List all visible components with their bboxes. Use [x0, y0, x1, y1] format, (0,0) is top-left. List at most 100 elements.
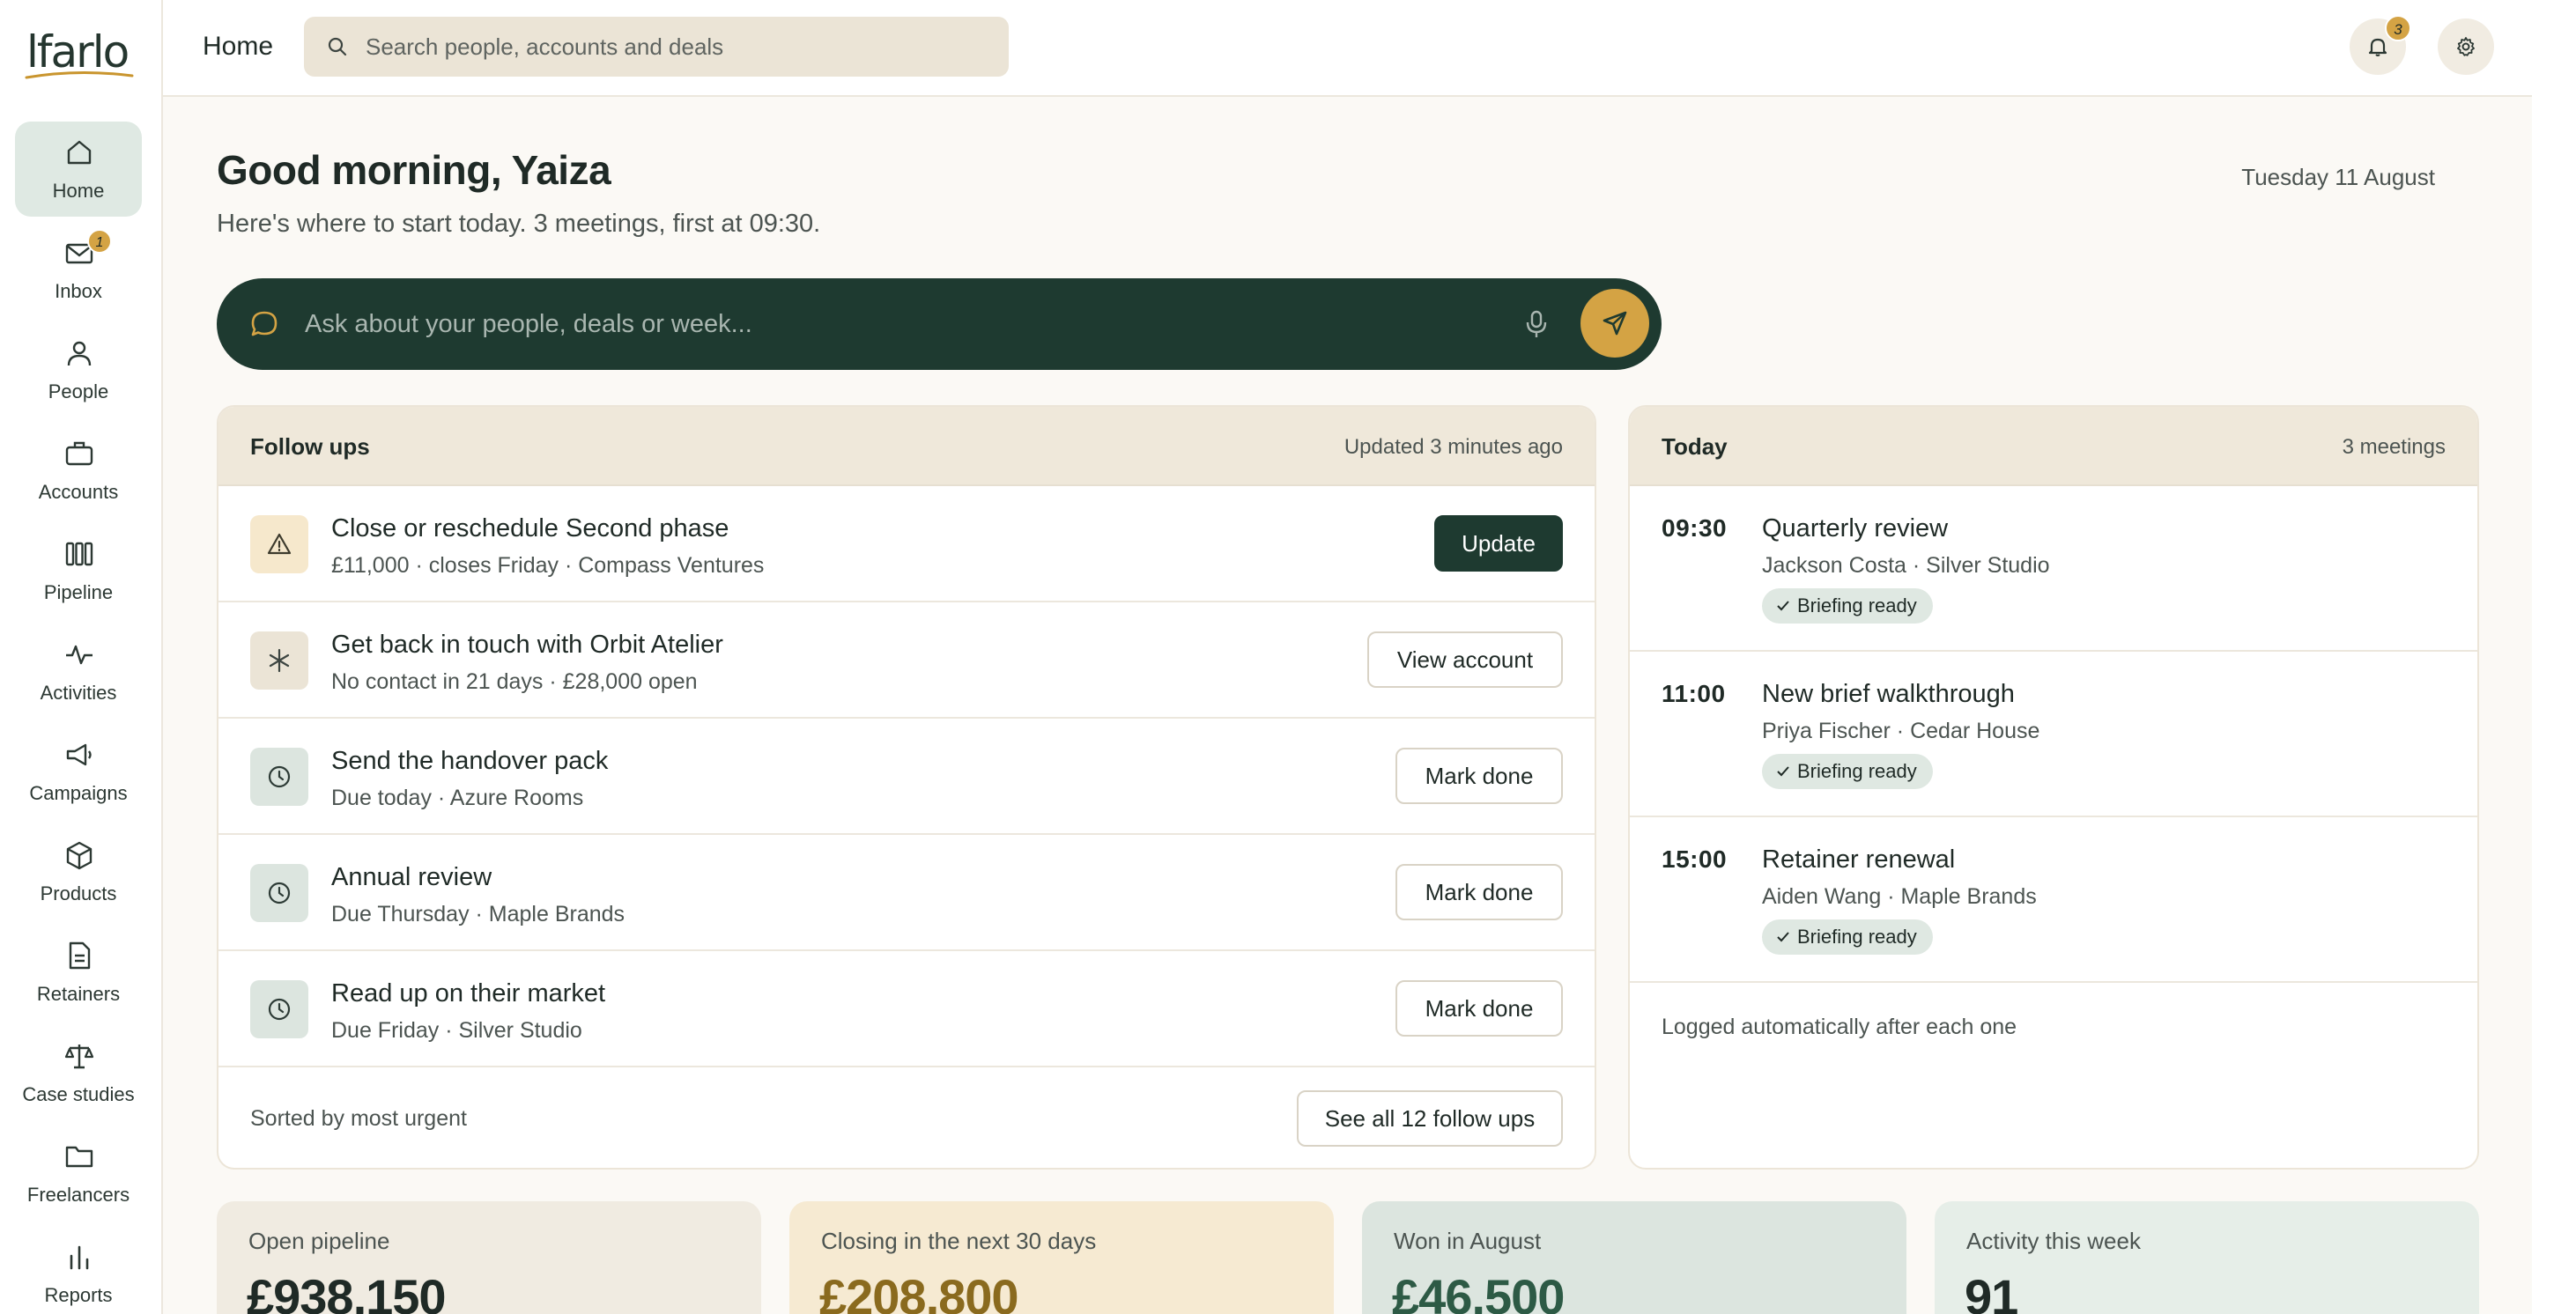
brand-logo[interactable]: lfarlo: [25, 26, 136, 88]
stat-value: £208,800: [819, 1269, 1019, 1314]
meeting-attendees: Aiden Wang · Maple Brands: [1762, 884, 2037, 909]
person-icon: [67, 341, 92, 366]
sidebar-item-freelancers[interactable]: Freelancers: [15, 1126, 142, 1221]
sidebar-item-label: Freelancers: [26, 1184, 130, 1206]
meeting-title: Quarterly review: [1762, 514, 1949, 543]
stat-value: £938,150: [247, 1269, 447, 1314]
meeting-row[interactable]: 11:00 New brief walkthrough Priya Fische…: [1630, 652, 2477, 817]
briefing-status-badge: Briefing ready: [1762, 754, 1933, 789]
stat-label: Closing in the next 30 days: [821, 1228, 1097, 1254]
list-item: Read up on their market Due Friday · Sil…: [218, 951, 1595, 1067]
document-icon: [69, 941, 91, 970]
sidebar-item-label: Case studies: [22, 1083, 135, 1105]
stat-card-activity-week[interactable]: Activity this week 91: [1935, 1201, 2479, 1314]
list-item: Annual review Due Thursday · Maple Brand…: [218, 835, 1595, 951]
clock-icon: [268, 998, 291, 1021]
sidebar-item-label: Accounts: [38, 481, 119, 503]
microphone-icon[interactable]: [1524, 308, 1549, 340]
follow-ups-header: Follow ups Updated 3 minutes ago: [218, 407, 1595, 486]
meeting-time: 11:00: [1662, 680, 1726, 707]
ask-assistant-bar[interactable]: [217, 278, 1662, 370]
sidebar-item-reports[interactable]: Reports: [15, 1226, 142, 1314]
sidebar-item-products[interactable]: Products: [15, 824, 142, 919]
stat-card-open-pipeline[interactable]: Open pipeline £938,150: [217, 1201, 761, 1314]
gear-icon: [2457, 37, 2475, 56]
stat-label: Activity this week: [1966, 1228, 2141, 1254]
follow-up-subtitle: Due Thursday · Maple Brands: [331, 902, 625, 926]
check-icon: [1777, 601, 1789, 611]
stat-card-won-august[interactable]: Won in August £46,500: [1362, 1201, 1906, 1314]
logo-swoosh-icon: [25, 70, 134, 79]
columns-icon: [65, 542, 93, 566]
page-title: Home: [203, 32, 274, 61]
greeting-subtitle: Here's where to start today. 3 meetings,…: [217, 210, 821, 238]
meeting-row[interactable]: 15:00 Retainer renewal Aiden Wang · Mapl…: [1630, 817, 2477, 983]
sidebar-item-label: Products: [40, 882, 117, 904]
window-edge: [2532, 0, 2576, 1314]
box-icon: [66, 841, 93, 870]
today-title: Today: [1662, 433, 1728, 460]
send-icon: [1603, 311, 1627, 336]
briefing-status-badge: Briefing ready: [1762, 919, 1933, 955]
today-meeting-count: 3 meetings: [2342, 435, 2446, 459]
chat-bubble-icon: [251, 311, 278, 336]
briefcase-icon: [65, 441, 93, 466]
list-item: Get back in touch with Orbit Atelier No …: [218, 602, 1595, 719]
sidebar-item-home[interactable]: Home: [15, 122, 142, 217]
follow-up-subtitle: £11,000 · closes Friday · Compass Ventur…: [331, 553, 765, 578]
bell-icon: [2368, 38, 2387, 56]
briefing-status-label: Briefing ready: [1797, 594, 1917, 616]
meeting-title: Retainer renewal: [1762, 845, 1956, 874]
sidebar-item-people[interactable]: People: [15, 322, 142, 417]
follow-up-title: Read up on their market: [331, 979, 606, 1008]
today-card: Today 3 meetings 09:30 Quarterly review …: [1628, 405, 2479, 1170]
asterisk-icon: [269, 648, 290, 673]
greeting-title: Good morning, Yaiza: [217, 147, 611, 193]
megaphone-icon: [66, 743, 92, 766]
meeting-time: 09:30: [1662, 514, 1728, 542]
follow-up-icon-box: [250, 980, 308, 1038]
mark-done-button[interactable]: Mark done: [1395, 864, 1563, 920]
today-footer-note: Logged automatically after each one: [1662, 1015, 2017, 1039]
stat-label: Open pipeline: [248, 1228, 390, 1254]
sidebar-item-inbox[interactable]: 1 Inbox: [15, 222, 142, 317]
sidebar-item-label: Inbox: [55, 280, 102, 302]
follow-up-title: Close or reschedule Second phase: [331, 514, 729, 543]
sidebar-item-label: Home: [52, 180, 105, 202]
bar-chart-icon: [70, 1245, 89, 1270]
briefing-status-badge: Briefing ready: [1762, 588, 1933, 624]
update-button[interactable]: Update: [1434, 515, 1563, 572]
meeting-attendees: Jackson Costa · Silver Studio: [1762, 553, 2050, 578]
follow-up-icon-box: [250, 515, 308, 573]
meeting-row[interactable]: 09:30 Quarterly review Jackson Costa · S…: [1630, 486, 2477, 652]
sidebar-item-pipeline[interactable]: Pipeline: [15, 523, 142, 618]
follow-ups-updated: Updated 3 minutes ago: [1344, 435, 1563, 459]
send-button[interactable]: [1580, 289, 1649, 358]
search-box[interactable]: [304, 17, 1009, 77]
meeting-attendees: Priya Fischer · Cedar House: [1762, 719, 2040, 743]
sidebar-item-case-studies[interactable]: Case studies: [15, 1025, 142, 1120]
sidebar-item-retainers[interactable]: Retainers: [15, 925, 142, 1020]
sidebar-item-label: Campaigns: [29, 782, 128, 804]
topbar: Home 3: [163, 0, 2532, 97]
follow-ups-card: Follow ups Updated 3 minutes ago Close o…: [217, 405, 1596, 1170]
clock-icon: [268, 882, 291, 904]
follow-up-subtitle: Due today · Azure Rooms: [331, 786, 584, 810]
sidebar-item-activities[interactable]: Activities: [15, 624, 142, 719]
clock-icon: [268, 765, 291, 788]
mark-done-button[interactable]: Mark done: [1395, 748, 1563, 804]
check-icon: [1777, 766, 1789, 777]
view-account-button[interactable]: View account: [1367, 631, 1563, 688]
sidebar-item-label: Reports: [44, 1284, 113, 1306]
stat-card-closing-30-days[interactable]: Closing in the next 30 days £208,800: [789, 1201, 1334, 1314]
sidebar-item-campaigns[interactable]: Campaigns: [15, 724, 142, 819]
ask-input[interactable]: [305, 278, 1626, 370]
see-all-follow-ups-button[interactable]: See all 12 follow ups: [1297, 1090, 1563, 1147]
sidebar-item-accounts[interactable]: Accounts: [15, 423, 142, 518]
notifications-button[interactable]: 3: [2350, 15, 2411, 75]
settings-button[interactable]: [2438, 18, 2494, 75]
search-input[interactable]: [366, 17, 982, 77]
follow-up-subtitle: Due Friday · Silver Studio: [331, 1018, 582, 1043]
briefing-status-label: Briefing ready: [1797, 760, 1917, 782]
mark-done-button[interactable]: Mark done: [1395, 980, 1563, 1037]
